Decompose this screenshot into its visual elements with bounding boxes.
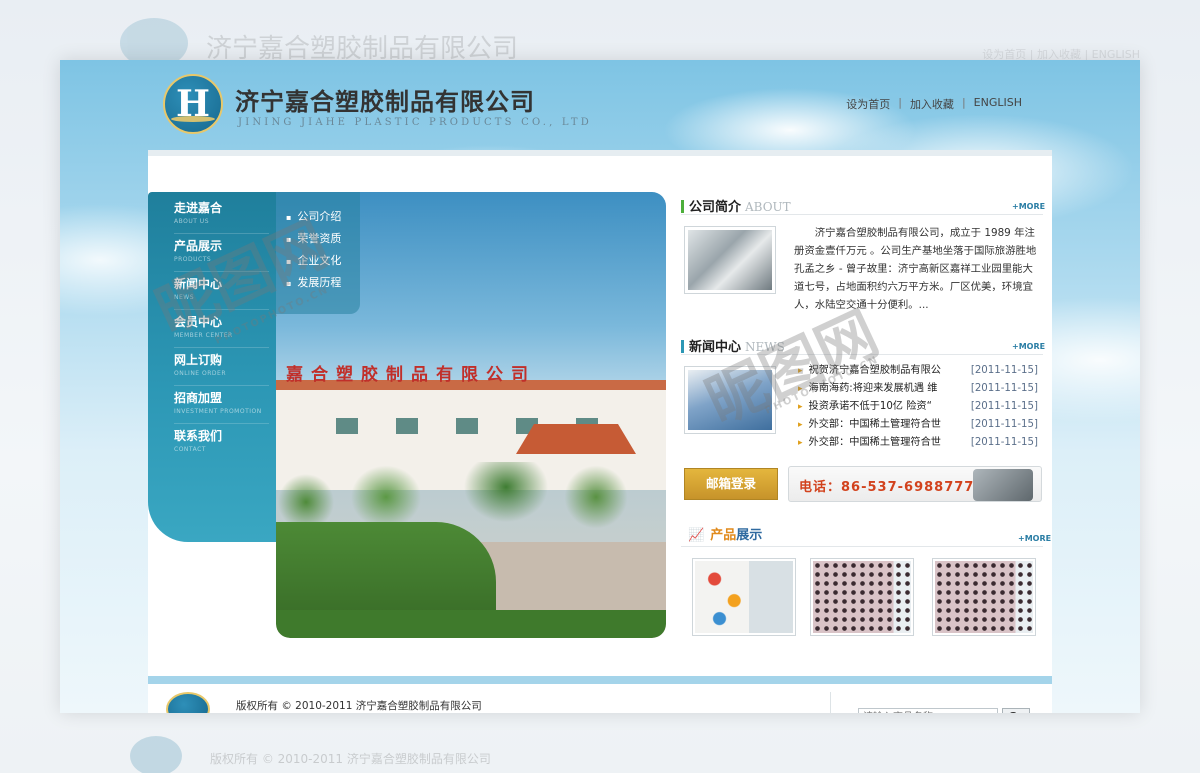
sidebar-item-label: 产品展示 — [174, 239, 223, 253]
product-image[interactable] — [935, 561, 1033, 633]
sidebar-item-sublabel: INVESTMENT PROMOTION — [174, 408, 262, 415]
sidebar-item-sublabel: PRODUCTS — [174, 256, 212, 263]
news-item-title[interactable]: 海南海药:将迎来发展机遇 维 — [809, 383, 938, 394]
news-section-title: 新闻中心 NEWS — [681, 336, 785, 355]
title-bar — [681, 340, 684, 353]
submenu-item-honors[interactable]: 荣誉资质 — [286, 230, 341, 246]
submenu-panel: 公司介绍 荣誉资质 企业文化 发展历程 — [276, 192, 360, 314]
about-text: 济宁嘉合塑胶制品有限公司，成立于 1989 年注册资金壹仟万元 。公司生产基地坐… — [794, 227, 1037, 311]
submenu-item-intro[interactable]: 公司介绍 — [286, 208, 341, 224]
sidebar-item-order[interactable]: 网上订购 ONLINE ORDER — [174, 348, 269, 386]
building-sign: 嘉合塑胶制品有限公司 — [286, 365, 536, 385]
products-title-a: 产品 — [710, 528, 737, 543]
footer-divider — [830, 692, 831, 713]
sidebar-item-sublabel: CONTACT — [174, 446, 206, 453]
english-link[interactable]: ENGLISH — [974, 96, 1022, 112]
sidebar-item-products[interactable]: 产品展示 PRODUCTS — [174, 234, 269, 272]
products-section-title: 📈 产品展示 — [688, 524, 762, 543]
products-more-link[interactable]: +MORE — [1018, 534, 1051, 543]
about-title-en: ABOUT — [745, 200, 791, 214]
news-item-title[interactable]: 外交部：中国稀土管理符合世 — [809, 419, 941, 430]
sidebar-item-label: 会员中心 — [174, 315, 223, 329]
mail-login-button[interactable]: 邮箱登录 — [684, 468, 778, 500]
news-item[interactable]: 外交部：中国稀土管理符合世 [2011-11-15] — [798, 416, 1038, 434]
divider — [681, 354, 1043, 355]
product-image[interactable] — [813, 561, 911, 633]
footer-logo — [166, 692, 210, 713]
factory-banner: 嘉合塑胶制品有限公司 公司介绍 荣誉资质 企业文化 发展历程 — [276, 192, 666, 638]
grass — [276, 610, 666, 638]
sidebar-item-investment[interactable]: 招商加盟 INVESTMENT PROMOTION — [174, 386, 269, 424]
sidebar-item-news[interactable]: 新闻中心 NEWS — [174, 272, 269, 310]
phone-banner: 电话：86-537-6988777 — [788, 466, 1042, 502]
product-search-input[interactable] — [858, 708, 998, 713]
company-logo[interactable]: H — [163, 74, 223, 134]
about-more-link[interactable]: +MORE — [1012, 202, 1045, 211]
search-go-button[interactable]: Go — [1002, 708, 1030, 713]
website-frame: H 济宁嘉合塑胶制品有限公司 JINING JIAHE PLASTIC PROD… — [60, 60, 1140, 713]
news-item-date: [2011-11-15] — [970, 401, 1038, 412]
phone-number: 电话：86-537-6988777 — [799, 480, 975, 495]
news-item-date: [2011-11-15] — [970, 437, 1038, 448]
product-thumbnail[interactable] — [932, 558, 1036, 636]
about-section-title: 公司简介 ABOUT — [681, 196, 791, 215]
about-thumbnail — [684, 226, 776, 294]
sidebar-item-sublabel: MEMBER CENTER — [174, 332, 233, 339]
company-name-cn: 济宁嘉合塑胶制品有限公司 — [235, 88, 535, 116]
news-title-en: NEWS — [745, 340, 785, 354]
sidebar-item-label: 网上订购 — [174, 353, 223, 367]
product-thumbnail[interactable] — [692, 558, 796, 636]
handheld-device-icon — [973, 469, 1033, 501]
sidebar-item-about[interactable]: 走进嘉合 ABOUT US — [174, 196, 269, 234]
footer-bar — [148, 676, 1052, 684]
news-more-link[interactable]: +MORE — [1012, 342, 1045, 351]
sidebar-item-label: 招商加盟 — [174, 391, 223, 405]
divider — [681, 546, 1043, 547]
news-item[interactable]: 投资承诺不低于10亿 险资“ [2011-11-15] — [798, 398, 1038, 416]
copyright-text: 版权所有 © 2010-2011 济宁嘉合塑胶制品有限公司 — [236, 700, 482, 712]
sidebar-item-sublabel: ABOUT US — [174, 218, 210, 225]
news-item-title[interactable]: 祝贺济宁嘉合塑胶制品有限公 — [809, 365, 941, 376]
divider — [681, 214, 1043, 215]
product-image[interactable] — [695, 561, 793, 633]
news-item[interactable]: 祝贺济宁嘉合塑胶制品有限公 [2011-11-15] — [798, 362, 1038, 380]
sidebar-item-label: 联系我们 — [174, 429, 223, 443]
ghost-footer-text: 版权所有 © 2010-2011 济宁嘉合塑胶制品有限公司 — [210, 752, 491, 766]
link-separator: | — [898, 96, 902, 109]
news-item-title[interactable]: 外交部：中国稀土管理符合世 — [809, 437, 941, 448]
link-separator: | — [961, 96, 966, 109]
about-title: 公司简介 — [689, 200, 742, 215]
submenu-item-culture[interactable]: 企业文化 — [286, 252, 341, 268]
sidebar-item-label: 走进嘉合 — [174, 201, 223, 215]
content-panel: 走进嘉合 ABOUT US 产品展示 PRODUCTS 新闻中心 NEWS 会员… — [148, 150, 1052, 713]
top-links: 设为首页 | 加入收藏 | ENGLISH — [846, 96, 1022, 112]
sidebar-menu: 走进嘉合 ABOUT US 产品展示 PRODUCTS 新闻中心 NEWS 会员… — [148, 192, 276, 542]
set-homepage-link[interactable]: 设为首页 — [846, 96, 890, 112]
sidebar-item-label: 新闻中心 — [174, 277, 223, 291]
sidebar-item-sublabel: ONLINE ORDER — [174, 370, 226, 377]
add-favorite-link[interactable]: 加入收藏 — [910, 96, 954, 112]
trend-chart-icon: 📈 — [688, 528, 705, 543]
building-roof — [516, 424, 636, 454]
title-bar — [681, 200, 684, 213]
background-ghost-footer: 版权所有 © 2010-2011 济宁嘉合塑胶制品有限公司 — [110, 728, 1170, 773]
news-item-date: [2011-11-15] — [970, 419, 1038, 430]
hedge — [276, 522, 496, 612]
submenu-item-history[interactable]: 发展历程 — [286, 274, 341, 290]
news-item-title[interactable]: 投资承诺不低于10亿 险资“ — [809, 401, 932, 412]
news-item[interactable]: 海南海药:将迎来发展机遇 维 [2011-11-15] — [798, 380, 1038, 398]
sidebar-item-member[interactable]: 会员中心 MEMBER CENTER — [174, 310, 269, 348]
ghost-footer-logo — [130, 736, 182, 773]
news-item[interactable]: 外交部：中国稀土管理符合世 [2011-11-15] — [798, 434, 1038, 452]
news-item-date: [2011-11-15] — [970, 365, 1038, 376]
company-name-en: JINING JIAHE PLASTIC PRODUCTS CO., LTD — [238, 117, 593, 128]
news-thumbnail — [684, 366, 776, 434]
sidebar-item-contact[interactable]: 联系我们 CONTACT — [174, 424, 269, 462]
news-item-date: [2011-11-15] — [970, 383, 1038, 394]
news-list: 祝贺济宁嘉合塑胶制品有限公 [2011-11-15] 海南海药:将迎来发展机遇 维… — [798, 362, 1038, 452]
product-thumbnail[interactable] — [810, 558, 914, 636]
news-title: 新闻中心 — [689, 340, 742, 355]
sidebar-item-sublabel: NEWS — [174, 294, 195, 301]
products-title-b: 展示 — [736, 528, 763, 543]
